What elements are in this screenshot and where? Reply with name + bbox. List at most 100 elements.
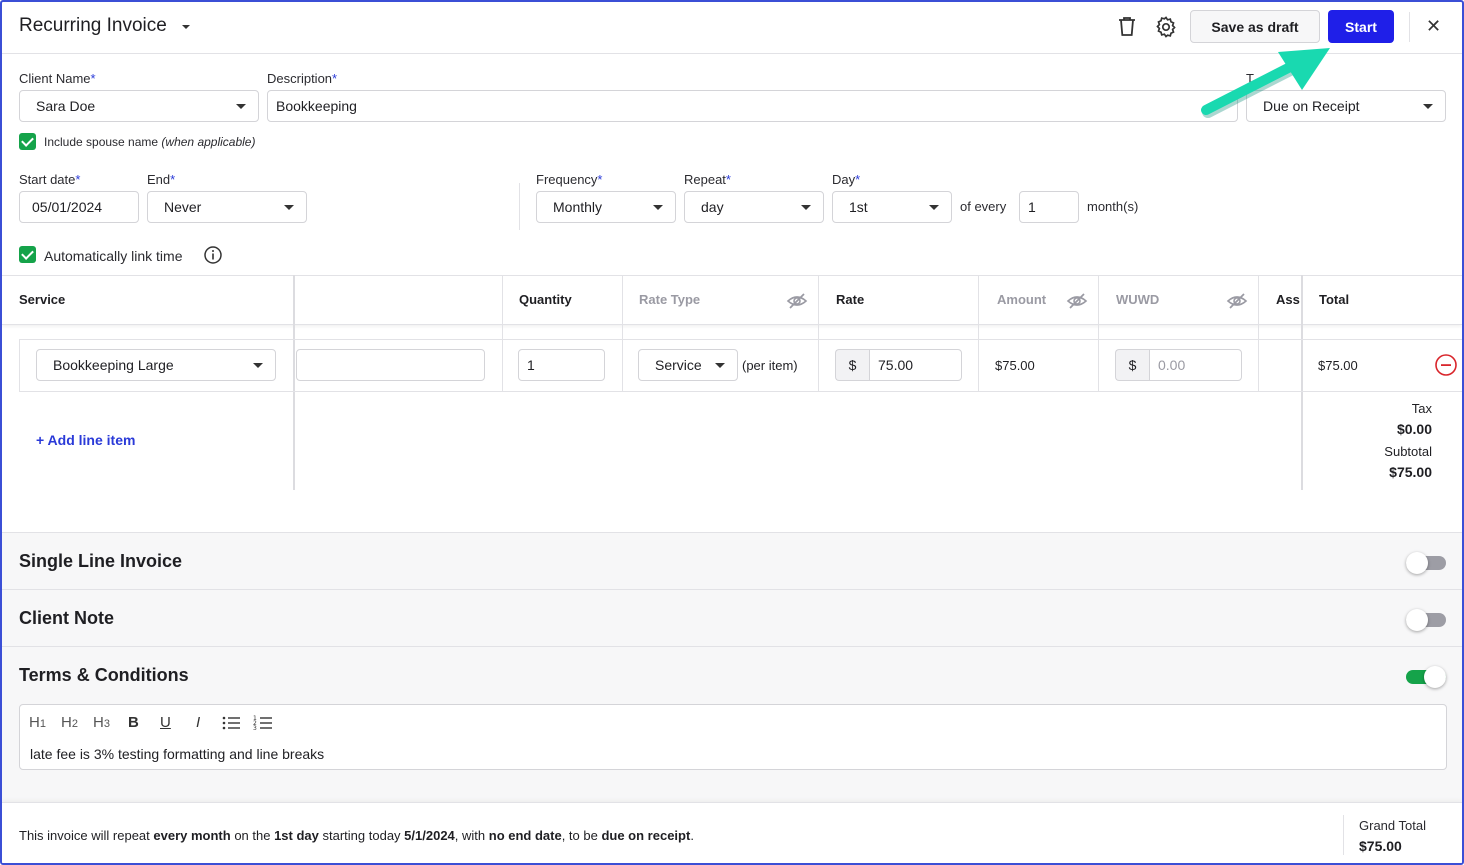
save-as-draft-button[interactable]: Save as draft: [1190, 10, 1320, 43]
start-date-value: 05/01/2024: [32, 199, 103, 215]
chevron-down-icon: [801, 205, 811, 210]
tax-value: $0.00: [1396, 421, 1432, 437]
numbered-list-icon[interactable]: 1 2 3: [253, 714, 273, 732]
rate-type-select[interactable]: Service: [638, 349, 738, 381]
recurrence-summary: This invoice will repeat every month on …: [19, 828, 694, 843]
repeat-select[interactable]: day: [684, 191, 824, 223]
svg-text:3: 3: [253, 725, 257, 732]
start-date-label: Start date*: [19, 172, 81, 187]
section-title: Single Line Invoice: [19, 551, 183, 571]
summary-part: , to be: [561, 828, 602, 843]
include-spouse-checkbox[interactable]: [19, 133, 36, 150]
recurring-invoice-dialog: Recurring Invoice Save as draft Start ✕ …: [0, 0, 1464, 865]
client-note-section: Client Note: [2, 589, 1462, 646]
eye-off-icon[interactable]: [1066, 292, 1088, 310]
terms-conditions-toggle[interactable]: [1406, 666, 1446, 688]
client-note-toggle[interactable]: [1406, 609, 1446, 631]
frequency-value: Monthly: [553, 199, 603, 215]
end-label: End*: [147, 172, 176, 187]
single-line-invoice-section: Single Line Invoice: [2, 532, 1462, 589]
end-select[interactable]: Never: [147, 191, 307, 223]
description-input[interactable]: Bookkeeping: [267, 90, 1238, 122]
client-name-label: Client Name*: [19, 71, 96, 86]
col-ass: Ass: [1276, 292, 1300, 307]
summary-part: due on receipt: [601, 828, 691, 843]
wuwd-currency-prefix: $: [1115, 349, 1149, 381]
italic-button[interactable]: I: [196, 714, 200, 731]
grand-total-label: Grand Total: [1359, 818, 1426, 833]
months-label: month(s): [1087, 199, 1139, 214]
wuwd-input[interactable]: 0.00: [1149, 349, 1242, 381]
line-items-header: Service Quantity Rate Type Rate Amount W…: [2, 275, 1462, 325]
quantity-input[interactable]: 1: [518, 349, 605, 381]
day-select[interactable]: 1st: [832, 191, 952, 223]
add-line-item-button[interactable]: + Add line item: [36, 432, 135, 448]
start-button[interactable]: Start: [1328, 10, 1394, 43]
service-value: Bookkeeping Large: [53, 357, 174, 373]
auto-link-time-checkbox[interactable]: [19, 246, 36, 263]
summary-part: 1st day: [274, 828, 319, 843]
frequency-select[interactable]: Monthly: [536, 191, 676, 223]
interval-input[interactable]: 1: [1019, 191, 1079, 223]
col-total: Total: [1319, 292, 1350, 307]
description-label: Description*: [267, 71, 338, 86]
single-line-invoice-toggle[interactable]: [1406, 552, 1446, 574]
summary-part: starting today: [318, 828, 405, 843]
summary-part: , with: [454, 828, 489, 843]
bold-button[interactable]: B: [128, 714, 139, 731]
col-service: Service: [19, 292, 66, 307]
heading1-button[interactable]: H1: [29, 714, 46, 731]
wuwd-placeholder: 0.00: [1158, 357, 1186, 373]
close-icon[interactable]: ✕: [1426, 16, 1441, 37]
start-date-input[interactable]: 05/01/2024: [19, 191, 139, 223]
schedule-divider: [519, 183, 520, 230]
annotation-arrow-icon: [1201, 48, 1330, 118]
bullet-list-icon[interactable]: [221, 714, 241, 732]
client-name-select[interactable]: Sara Doe: [19, 90, 259, 122]
heading2-button[interactable]: H2: [61, 714, 78, 731]
rate-currency-prefix: $: [835, 349, 869, 381]
gear-icon[interactable]: [1154, 15, 1178, 39]
summary-part: every month: [153, 828, 231, 843]
interval-value: 1: [1028, 199, 1036, 215]
repeat-label: Repeat*: [684, 172, 731, 187]
auto-link-time-label: Automatically link time: [44, 248, 183, 264]
col-wuwd: WUWD: [1116, 292, 1160, 307]
summary-part: 5/1/2024: [404, 828, 455, 843]
eye-off-icon[interactable]: [1226, 292, 1248, 310]
info-icon[interactable]: [203, 245, 223, 265]
subtotal-value: $75.00: [1389, 464, 1432, 480]
day-label: Day*: [832, 172, 861, 187]
chevron-down-icon: [284, 205, 294, 210]
repeat-value: day: [701, 199, 724, 215]
terms-editor[interactable]: H1 H2 H3 B U I 1 2 3 late fee is 3% test…: [19, 704, 1447, 770]
description-value: Bookkeeping: [276, 98, 357, 114]
line-description-input[interactable]: [296, 349, 485, 381]
rate-input[interactable]: 75.00: [869, 349, 962, 381]
quantity-value: 1: [527, 357, 535, 373]
rate-type-value: Service: [655, 357, 702, 373]
tax-label: Tax: [1411, 401, 1432, 416]
rate-value: 75.00: [878, 357, 914, 373]
footer-divider: [1343, 815, 1344, 855]
remove-line-icon[interactable]: [1434, 353, 1458, 377]
chevron-down-icon: [653, 205, 663, 210]
col-quantity: Quantity: [519, 292, 572, 307]
eye-off-icon[interactable]: [786, 292, 808, 310]
of-every-label: of every: [960, 199, 1007, 214]
chevron-down-icon: [1423, 104, 1433, 109]
heading3-button[interactable]: H3: [93, 714, 110, 731]
chevron-down-icon: [253, 363, 263, 368]
header-divider: [1409, 12, 1410, 42]
col-rate-type: Rate Type: [639, 292, 701, 307]
end-value: Never: [164, 199, 202, 215]
summary-part: on the: [230, 828, 275, 843]
toggle-knob: [1406, 552, 1428, 574]
service-select[interactable]: Bookkeeping Large: [36, 349, 276, 381]
trash-icon[interactable]: [1115, 15, 1139, 39]
invoice-footer: This invoice will repeat every month on …: [2, 802, 1462, 863]
summary-part: This invoice will repeat: [19, 828, 154, 843]
underline-button[interactable]: U: [160, 714, 171, 731]
summary-part: .: [690, 828, 694, 843]
chevron-down-icon[interactable]: [180, 22, 192, 32]
